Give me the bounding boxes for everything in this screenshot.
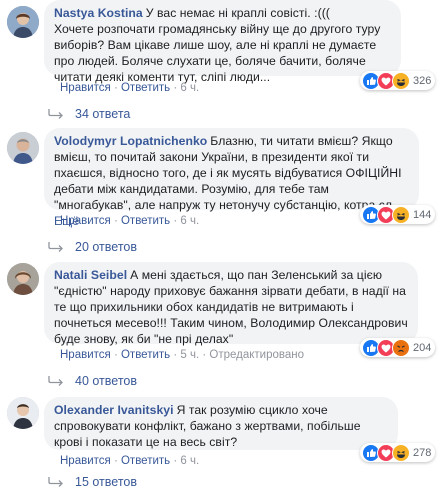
haha-icon [392, 71, 410, 90]
comment-actions: Нравится · Ответить · 6 ч. [60, 455, 200, 467]
view-replies-link[interactable]: 34 ответа [46, 107, 130, 121]
reply-link[interactable]: Ответить [121, 82, 170, 94]
comment-actions: Нравится · Ответить · 5 ч. · Отредактиро… [60, 349, 305, 361]
avatar[interactable] [7, 397, 39, 429]
comment-timestamp[interactable]: 6 ч. [180, 215, 199, 227]
replies-count[interactable]: 15 ответов [75, 475, 137, 489]
replies-count[interactable]: 20 ответов [75, 240, 137, 254]
avatar[interactable] [7, 263, 39, 295]
comment-timestamp[interactable]: 6 ч. [180, 82, 199, 94]
reaction-count: 326 [413, 74, 432, 87]
reply-arrow-icon [48, 376, 63, 386]
comment-bubble: Nastya Kostina У вас немає ні краплі сові… [44, 0, 401, 84]
comment-author[interactable]: Olexander Ivanitskyi [54, 403, 174, 417]
comment-bubble: Volodymyr Lopatnichenko Блазню, ти читати… [44, 128, 419, 228]
comment-timestamp[interactable]: 6 ч. [180, 455, 199, 467]
reply-arrow-icon [48, 109, 63, 119]
avatar[interactable] [7, 132, 39, 164]
angry-icon [392, 338, 410, 357]
reactions-summary[interactable]: 144 [360, 205, 436, 224]
reactions-summary[interactable]: 326 [360, 71, 436, 90]
replies-count[interactable]: 34 ответа [75, 107, 130, 121]
reply-arrow-icon [48, 477, 63, 487]
reply-link[interactable]: Ответить [121, 215, 170, 227]
comment-actions: Нравится · Ответить · 6 ч. [60, 215, 200, 227]
reaction-count: 204 [413, 341, 432, 354]
like-link[interactable]: Нравится [60, 82, 111, 94]
avatar[interactable] [7, 6, 39, 38]
reply-arrow-icon [48, 242, 63, 252]
reaction-count: 144 [413, 208, 432, 221]
reply-link[interactable]: Ответить [121, 349, 170, 361]
comment-author[interactable]: Nastya Kostina [54, 6, 143, 20]
reactions-summary[interactable]: 204 [360, 338, 436, 357]
reactions-summary[interactable]: 278 [360, 443, 436, 462]
haha-icon [392, 443, 410, 462]
comment-author[interactable]: Volodymyr Lopatnichenko [54, 134, 207, 148]
comment-bubble: Natali Seibel А мені здається, що пан Зел… [44, 262, 418, 346]
edited-label[interactable]: Отредактировано [209, 349, 304, 361]
comment-bubble: Olexander Ivanitskyi Я так розумію сцикло… [44, 397, 398, 450]
like-link[interactable]: Нравится [60, 215, 111, 227]
replies-count[interactable]: 40 ответов [75, 374, 137, 388]
view-replies-link[interactable]: 20 ответов [46, 240, 137, 254]
comment-actions: Нравится · Ответить · 6 ч. [60, 82, 200, 94]
like-link[interactable]: Нравится [60, 455, 111, 467]
view-replies-link[interactable]: 15 ответов [46, 475, 137, 489]
comment-author[interactable]: Natali Seibel [54, 268, 127, 282]
reaction-count: 278 [413, 446, 432, 459]
like-link[interactable]: Нравится [60, 349, 111, 361]
reply-link[interactable]: Ответить [121, 455, 170, 467]
comment-timestamp[interactable]: 5 ч. [180, 349, 199, 361]
haha-icon [392, 205, 410, 224]
view-replies-link[interactable]: 40 ответов [46, 374, 137, 388]
